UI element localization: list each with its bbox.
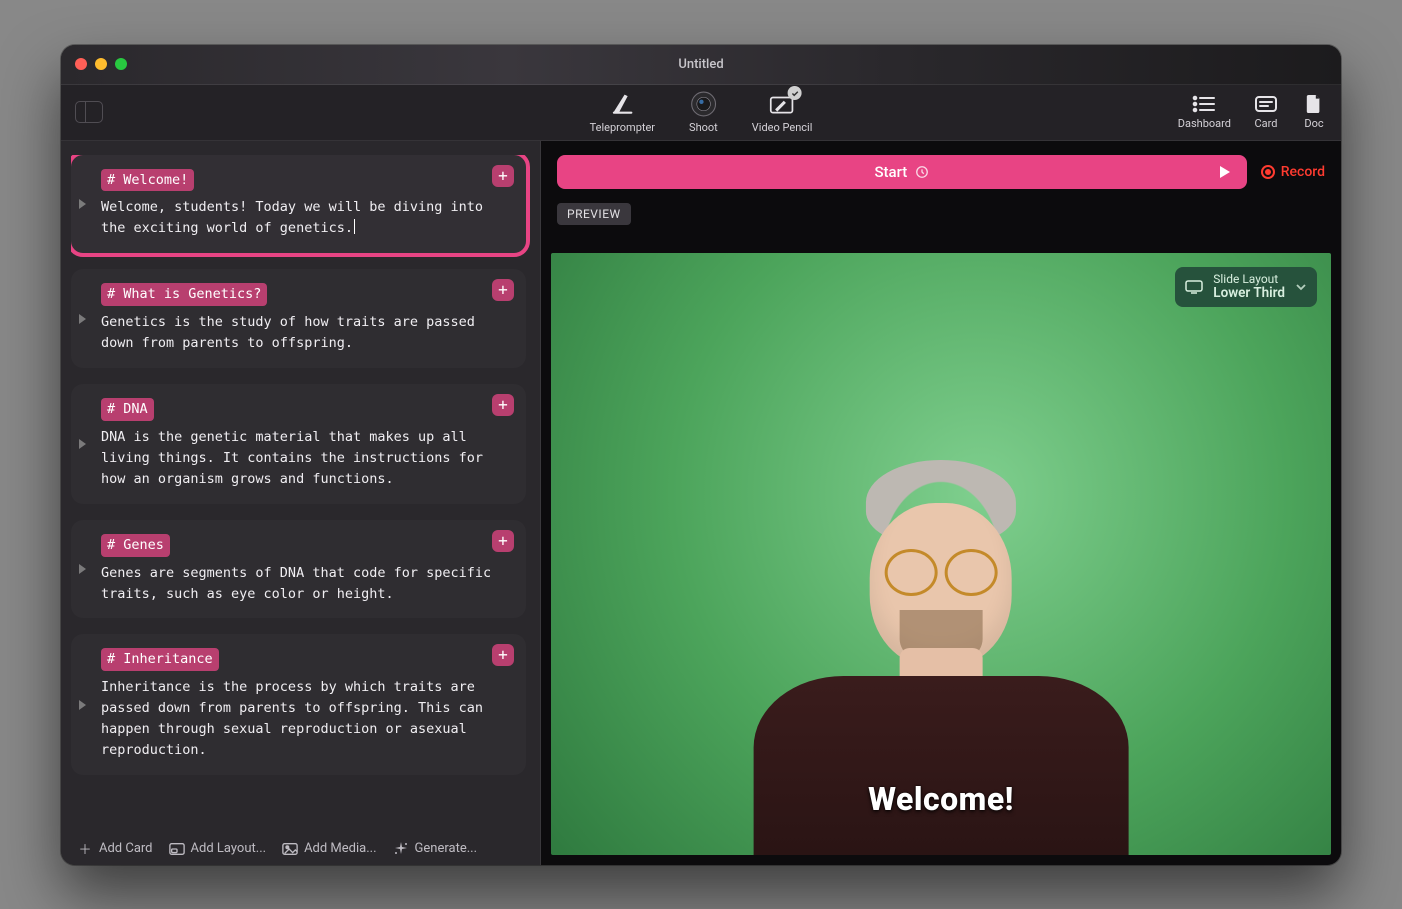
image-icon — [282, 841, 298, 857]
window-title: Untitled — [678, 57, 723, 72]
add-below-button[interactable]: + — [492, 394, 514, 416]
toolbar-shoot[interactable]: Shoot — [689, 90, 718, 134]
generate-button[interactable]: Generate... — [393, 841, 477, 857]
chevron-down-icon — [1295, 283, 1307, 291]
traffic-lights — [75, 58, 127, 70]
start-label: Start — [874, 163, 907, 181]
script-card[interactable]: + # Welcome! Welcome, students! Today we w… — [71, 155, 526, 254]
add-card-button[interactable]: ＋ Add Card — [77, 841, 153, 857]
add-below-button[interactable]: + — [492, 279, 514, 301]
check-badge-icon — [788, 86, 802, 100]
toolbar-center-group: Teleprompter Shoot Video Pencil — [590, 90, 813, 134]
app-window: Untitled Teleprompter Shoot — [61, 45, 1341, 865]
record-label: Record — [1281, 164, 1325, 180]
video-area: Welcome! Slide Layout Lower Third — [551, 253, 1331, 855]
script-card[interactable]: + # What is Genetics? Genetics is the stud… — [71, 269, 526, 368]
add-media-label: Add Media... — [304, 841, 376, 856]
preview-panel: Start Record PREVIEW — [541, 141, 1341, 865]
play-card-icon[interactable] — [79, 700, 86, 710]
toolbar: Teleprompter Shoot Video Pencil — [61, 85, 1341, 141]
play-card-icon[interactable] — [79, 564, 86, 574]
text-cursor — [354, 219, 355, 234]
teleprompter-icon — [608, 90, 636, 118]
card-heading: # Welcome! — [101, 169, 194, 192]
play-card-icon[interactable] — [79, 314, 86, 324]
main-split: + # Welcome! Welcome, students! Today we w… — [61, 141, 1341, 865]
add-layout-label: Add Layout... — [191, 841, 267, 856]
lower-third-text: Welcome! — [868, 780, 1014, 818]
generate-label: Generate... — [415, 841, 477, 856]
add-below-button[interactable]: + — [492, 530, 514, 552]
sparkle-icon — [393, 841, 409, 857]
layout-icon — [169, 841, 185, 857]
card-body[interactable]: Inheritance is the process by which trai… — [101, 677, 508, 761]
toolbar-card-view[interactable]: Card — [1253, 94, 1279, 130]
toolbar-label: Doc — [1304, 117, 1323, 130]
start-button[interactable]: Start — [557, 155, 1247, 189]
card-body[interactable]: Welcome, students! Today we will be divi… — [101, 197, 508, 239]
camera-lens-icon — [689, 90, 717, 118]
add-below-button[interactable]: + — [492, 644, 514, 666]
card-heading: # What is Genetics? — [101, 283, 267, 306]
video-frame: Welcome! Slide Layout Lower Third — [551, 253, 1331, 855]
close-window-button[interactable] — [75, 58, 87, 70]
card-heading: # Genes — [101, 534, 170, 557]
monitor-icon — [1185, 280, 1203, 294]
play-card-icon[interactable] — [79, 439, 86, 449]
maximize-window-button[interactable] — [115, 58, 127, 70]
card-heading: # DNA — [101, 398, 154, 421]
cards-list: + # Welcome! Welcome, students! Today we w… — [71, 155, 530, 833]
add-below-button[interactable]: + — [492, 165, 514, 187]
clock-icon — [915, 165, 929, 179]
titlebar: Untitled — [61, 45, 1341, 85]
record-icon — [1261, 165, 1275, 179]
sidebar-toggle-button[interactable] — [75, 101, 103, 123]
script-card[interactable]: + # DNA DNA is the genetic material that m… — [71, 384, 526, 504]
toolbar-doc-view[interactable]: Doc — [1301, 94, 1327, 130]
document-icon — [1301, 94, 1327, 114]
minimize-window-button[interactable] — [95, 58, 107, 70]
toolbar-label: Teleprompter — [590, 121, 655, 134]
toolbar-teleprompter[interactable]: Teleprompter — [590, 90, 655, 134]
slide-layout-value: Lower Third — [1213, 286, 1285, 301]
toolbar-label: Shoot — [689, 121, 718, 134]
preview-top-bar: Start Record — [541, 141, 1341, 203]
card-body[interactable]: Genetics is the study of how traits are … — [101, 312, 508, 354]
slide-layout-caption: Slide Layout — [1213, 273, 1285, 286]
record-button[interactable]: Record — [1261, 164, 1325, 180]
card-body[interactable]: DNA is the genetic material that makes u… — [101, 427, 508, 490]
script-panel-footer: ＋ Add Card Add Layout... Add Media... — [71, 833, 530, 857]
toolbar-label: Dashboard — [1178, 117, 1231, 130]
video-pencil-icon — [768, 90, 796, 118]
plus-icon: ＋ — [77, 841, 93, 857]
card-body[interactable]: Genes are segments of DNA that code for … — [101, 563, 508, 605]
preview-chip-row: PREVIEW — [541, 203, 1341, 233]
script-card[interactable]: + # Genes Genes are segments of DNA that c… — [71, 520, 526, 619]
toolbar-label: Card — [1255, 117, 1278, 130]
toolbar-right-group: Dashboard Card Doc — [1178, 94, 1327, 130]
add-layout-button[interactable]: Add Layout... — [169, 841, 267, 857]
toolbar-label: Video Pencil — [752, 121, 813, 134]
card-heading: # Inheritance — [101, 648, 219, 671]
toolbar-dashboard[interactable]: Dashboard — [1178, 94, 1231, 130]
script-panel: + # Welcome! Welcome, students! Today we w… — [61, 141, 541, 865]
list-icon — [1191, 94, 1217, 114]
play-card-icon[interactable] — [79, 199, 86, 209]
script-card[interactable]: + # Inheritance Inheritance is the process… — [71, 634, 526, 775]
card-icon — [1253, 94, 1279, 114]
add-card-label: Add Card — [99, 841, 153, 856]
slide-layout-selector[interactable]: Slide Layout Lower Third — [1175, 267, 1317, 307]
toolbar-video-pencil[interactable]: Video Pencil — [752, 90, 813, 134]
preview-badge: PREVIEW — [557, 203, 631, 225]
play-icon — [1219, 165, 1231, 179]
add-media-button[interactable]: Add Media... — [282, 841, 376, 857]
